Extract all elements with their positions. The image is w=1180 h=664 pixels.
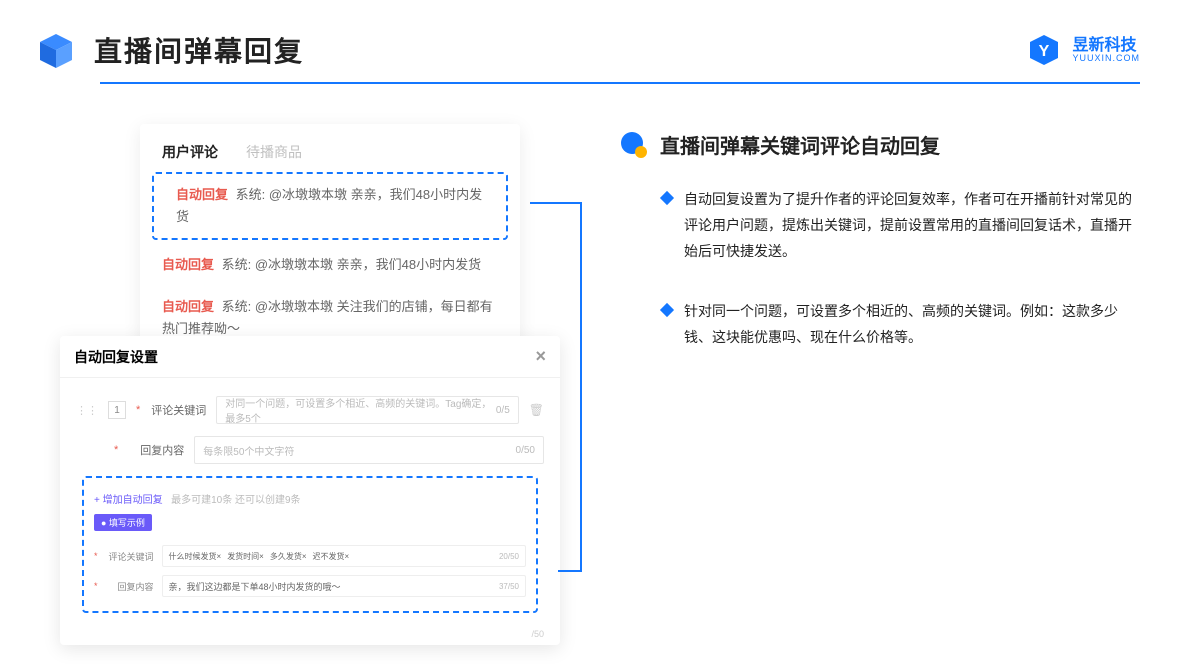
left-screenshot-area: 用户评论 待播商品 自动回复 系统: @冰墩墩本墩 亲亲，我们48小时内发货 自… <box>60 124 580 604</box>
example-content-row: * 回复内容 亲，我们这边都是下单48小时内发货的哦～ 37/50 <box>94 575 526 597</box>
auto-reply-tag: 自动回复 <box>162 299 214 314</box>
add-hint: 最多可建10条 还可以创建9条 <box>171 495 300 506</box>
drag-handle-icon[interactable]: ⋮⋮ <box>76 404 98 417</box>
keyword-input[interactable]: 对同一个问题，可设置多个相近、高频的关键词。Tag确定，最多5个 0/5 <box>216 396 518 424</box>
auto-reply-tag: 自动回复 <box>162 257 214 272</box>
diamond-icon <box>660 303 674 317</box>
brand-logo: Y 昱新科技 YUUXIN.COM <box>1026 32 1140 68</box>
add-auto-reply-link[interactable]: + 增加自动回复 <box>94 495 163 506</box>
content-label: 回复内容 <box>128 442 184 458</box>
tab-user-comments[interactable]: 用户评论 <box>162 142 218 162</box>
required-mark: * <box>136 404 140 416</box>
cube-icon <box>36 30 76 70</box>
connector-line <box>558 570 582 572</box>
comment-row: 自动回复 系统: @冰墩墩本墩 亲亲，我们48小时内发货 <box>140 244 520 286</box>
diamond-icon <box>660 191 674 205</box>
brand-name-cn: 昱新科技 <box>1072 38 1140 54</box>
example-badge: ● 填写示例 <box>94 514 152 531</box>
example-keyword-row: * 评论关键词 什么时候发货× 发货时间× 多久发货× 迟不发货× 20/50 <box>94 545 526 567</box>
bottom-counter: /50 <box>531 629 544 639</box>
bullet-item: 自动回复设置为了提升作者的评论回复效率，作者可在开播前针对常见的评论用户问题，提… <box>620 187 1140 265</box>
required-mark: * <box>114 444 118 456</box>
close-icon[interactable]: × <box>535 346 546 367</box>
example-content-input[interactable]: 亲，我们这边都是下单48小时内发货的哦～ 37/50 <box>162 575 526 597</box>
explanation-panel: 直播间弹幕关键词评论自动回复 自动回复设置为了提升作者的评论回复效率，作者可在开… <box>620 124 1140 604</box>
keyword-label: 评论关键词 <box>150 402 206 418</box>
highlighted-comment: 自动回复 系统: @冰墩墩本墩 亲亲，我们48小时内发货 <box>152 172 508 240</box>
section-title: 直播间弹幕关键词评论自动回复 <box>660 130 940 159</box>
brand-name-en: YUUXIN.COM <box>1072 54 1140 63</box>
content-input[interactable]: 每条限50个中文字符 0/50 <box>194 436 544 464</box>
comment-row: 自动回复 系统: @冰墩墩本墩 亲亲，我们48小时内发货 <box>154 174 506 238</box>
keyword-row: ⋮⋮ 1 * 评论关键词 对同一个问题，可设置多个相近、高频的关键词。Tag确定… <box>76 396 544 424</box>
settings-title: 自动回复设置 <box>74 347 158 367</box>
row-number: 1 <box>108 401 126 419</box>
header-left: 直播间弹幕回复 <box>36 30 304 70</box>
chat-bubble-icon <box>620 131 648 159</box>
brand-logo-icon: Y <box>1026 32 1062 68</box>
delete-icon[interactable]: 🗑 <box>529 403 544 417</box>
content-row: * 回复内容 每条限50个中文字符 0/50 <box>76 436 544 464</box>
tab-pending-products[interactable]: 待播商品 <box>246 142 302 162</box>
connector-line <box>530 202 582 204</box>
auto-reply-settings-panel: 自动回复设置 × ⋮⋮ 1 * 评论关键词 对同一个问题，可设置多个相近、高频的… <box>60 336 560 645</box>
auto-reply-tag: 自动回复 <box>176 187 228 202</box>
svg-text:Y: Y <box>1039 43 1050 60</box>
connector-line <box>580 202 582 572</box>
bullet-item: 针对同一个问题，可设置多个相近的、高频的关键词。例如：这款多少钱、这块能优惠吗、… <box>620 299 1140 351</box>
example-highlight-box: + 增加自动回复 最多可建10条 还可以创建9条 ● 填写示例 * 评论关键词 … <box>82 476 538 613</box>
page-title: 直播间弹幕回复 <box>94 30 304 70</box>
page-header: 直播间弹幕回复 Y 昱新科技 YUUXIN.COM <box>0 0 1180 82</box>
example-keyword-input[interactable]: 什么时候发货× 发货时间× 多久发货× 迟不发货× 20/50 <box>162 545 526 567</box>
